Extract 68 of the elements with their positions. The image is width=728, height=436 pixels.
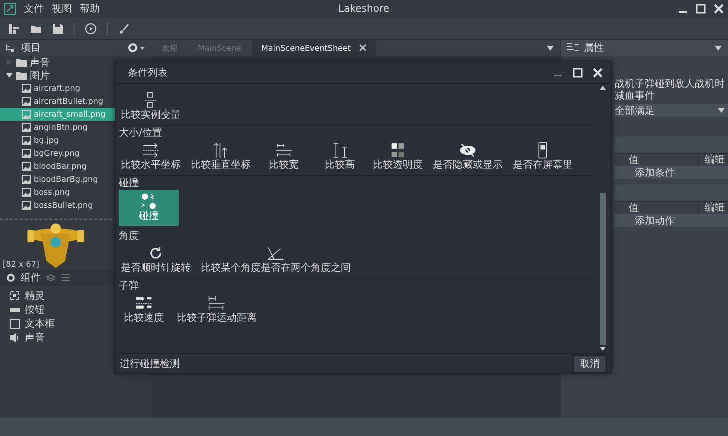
- maximize-icon[interactable]: [573, 68, 583, 78]
- add-row-link[interactable]: 添加动作: [615, 214, 728, 227]
- speaker-icon: [10, 332, 20, 342]
- condition-item[interactable]: 是否顺时针旋转: [119, 243, 193, 276]
- play-icon[interactable]: [85, 22, 97, 34]
- column-header: 值: [628, 202, 640, 214]
- caret-down-icon[interactable]: [6, 72, 13, 79]
- menu-item[interactable]: 文件: [24, 2, 44, 16]
- condition-item[interactable]: 是否隐藏或显示: [431, 140, 505, 173]
- panel-title: 项目: [21, 42, 41, 55]
- image-file-icon: [22, 149, 31, 158]
- menu-item[interactable]: 帮助: [80, 2, 100, 16]
- image-file-icon: [22, 97, 31, 106]
- image-file-icon: [22, 84, 31, 93]
- image-file-icon: [22, 136, 31, 145]
- menu-item[interactable]: 视图: [52, 2, 72, 16]
- condition-item[interactable]: 比较子弹运动距离: [175, 293, 259, 326]
- condition-item[interactable]: 碰撞: [119, 190, 179, 226]
- cancel-button[interactable]: 取消: [573, 354, 607, 372]
- condition-item[interactable]: 是否在屏幕里: [511, 140, 575, 173]
- folder-item[interactable]: 声音: [0, 56, 152, 69]
- add-row-link[interactable]: 添加条件: [615, 166, 728, 179]
- scroll-up-icon[interactable]: [600, 86, 606, 90]
- image-file-icon: [22, 110, 31, 119]
- hierarchy-icon: [6, 43, 16, 53]
- image-file-icon: [22, 162, 31, 171]
- section-title: 碰撞: [119, 178, 140, 190]
- condition-item[interactable]: 比较透明度: [371, 140, 425, 173]
- condition-item[interactable]: 比较宽: [259, 140, 309, 173]
- brush-icon[interactable]: [118, 22, 130, 34]
- image-size-label: [82 x 67]: [3, 260, 40, 269]
- close-icon[interactable]: [714, 4, 724, 14]
- dropdown-arrow-icon: [718, 108, 725, 113]
- event-name-field[interactable]: 战机子弹碰到敌人战机时减血事件: [615, 78, 728, 104]
- panel-title: 属性: [584, 42, 604, 55]
- folder-icon: [16, 58, 27, 67]
- dropdown-arrow-icon[interactable]: [715, 46, 722, 50]
- save-icon[interactable]: [52, 22, 64, 34]
- condition-item[interactable]: 比较某个角度是否在两个角度之间: [199, 243, 353, 276]
- list-icon[interactable]: [61, 273, 71, 283]
- condition-item[interactable]: 比较高: [315, 140, 365, 173]
- sprite-icon: [10, 290, 20, 300]
- app-logo-icon: [4, 3, 16, 15]
- maximize-icon[interactable]: [696, 4, 706, 14]
- section-title: 角度: [119, 231, 140, 243]
- window-title: Lakeshore: [338, 4, 390, 14]
- section-title: 大小/位置: [119, 128, 164, 140]
- condition-item[interactable]: 比较垂直坐标: [189, 140, 253, 173]
- editor-tab[interactable]: MainSceneEventSheet: [252, 40, 378, 56]
- column-header: 值: [628, 154, 640, 166]
- dropdown-arrow-icon[interactable]: [547, 46, 554, 51]
- scrollbar-thumb[interactable]: [600, 193, 606, 345]
- image-file-icon: [22, 175, 31, 184]
- scroll-down-icon[interactable]: [600, 347, 606, 351]
- properties-icon: [567, 43, 579, 53]
- condition-description: 进行碰撞检测: [120, 358, 180, 370]
- close-icon[interactable]: [359, 44, 368, 52]
- component-item[interactable]: 声音: [10, 331, 152, 344]
- panel-title[interactable]: 组件: [21, 271, 41, 285]
- close-icon[interactable]: [593, 68, 603, 78]
- textbox-icon: [10, 318, 20, 328]
- image-file-icon: [22, 123, 31, 132]
- folder-icon: [16, 71, 27, 80]
- layers-icon[interactable]: [46, 273, 56, 283]
- match-mode-dropdown[interactable]: 全部满足: [615, 104, 728, 117]
- image-file-icon: [22, 188, 31, 197]
- image-file-icon: [22, 201, 31, 210]
- dialog-title: 条件列表: [128, 66, 168, 80]
